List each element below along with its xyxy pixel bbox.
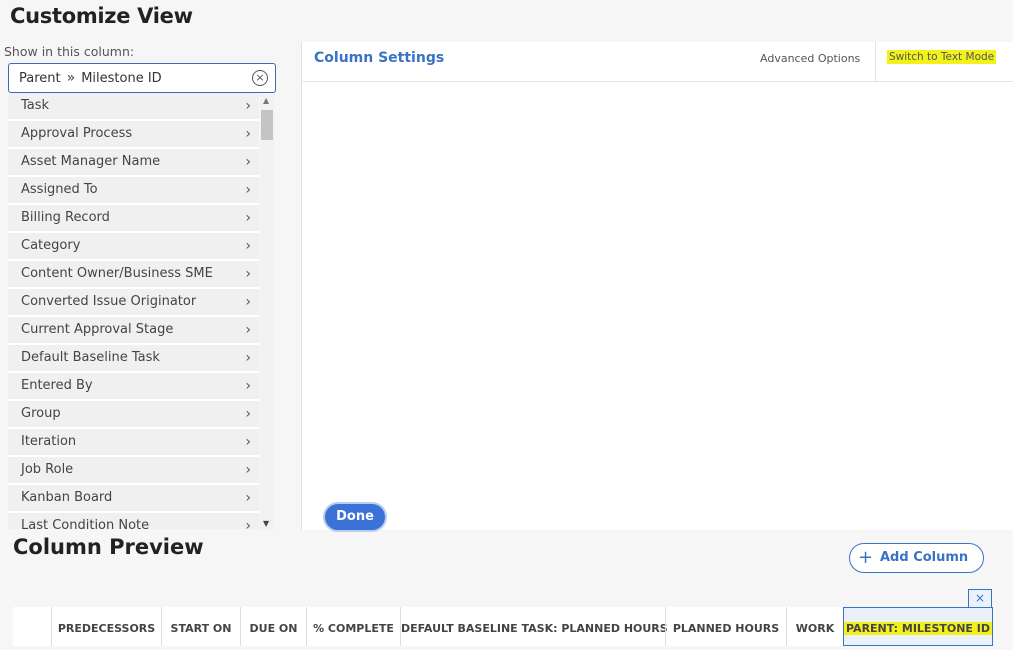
chevron-right-icon: › bbox=[245, 210, 251, 226]
list-item[interactable]: Current Approval Stage › bbox=[8, 317, 259, 345]
switch-to-text-mode-link[interactable]: Switch to Text Mode bbox=[887, 50, 997, 64]
list-item-label: Approval Process bbox=[21, 126, 133, 141]
path-segment-milestone-id[interactable]: Milestone ID bbox=[81, 71, 161, 86]
column-header[interactable]: DEFAULT BASELINE TASK: PLANNED HOURS bbox=[400, 607, 668, 646]
chevron-right-icon: › bbox=[245, 294, 251, 310]
scroll-down-icon[interactable]: ▼ bbox=[263, 519, 269, 528]
column-preview-title: Column Preview bbox=[13, 535, 204, 559]
list-item-label: Default Baseline Task bbox=[21, 350, 160, 365]
list-item-label: Billing Record bbox=[21, 210, 110, 225]
list-item[interactable]: Task › bbox=[8, 93, 259, 121]
list-item[interactable]: Converted Issue Originator › bbox=[8, 289, 259, 317]
show-in-column-label: Show in this column: bbox=[4, 44, 135, 59]
remove-column-close-icon[interactable]: × bbox=[968, 589, 992, 608]
column-header[interactable]: DUE ON bbox=[240, 607, 306, 646]
list-item[interactable]: Content Owner/Business SME › bbox=[8, 261, 259, 289]
list-item-label: Job Role bbox=[21, 462, 74, 477]
chevron-right-icon: › bbox=[245, 462, 251, 478]
chevron-right-icon: › bbox=[245, 154, 251, 170]
path-segment-parent[interactable]: Parent bbox=[19, 71, 61, 86]
list-item-label: Entered By bbox=[21, 378, 93, 393]
preview-table-header: PREDECESSORS START ON DUE ON % COMPLETE … bbox=[13, 607, 993, 646]
chevron-right-icon: › bbox=[245, 98, 251, 114]
field-path-input[interactable]: Parent » Milestone ID × bbox=[8, 63, 276, 93]
list-item-label: Kanban Board bbox=[21, 490, 113, 505]
chevron-right-icon: › bbox=[245, 518, 251, 529]
column-settings-header: Column Settings Advanced Options Switch … bbox=[302, 42, 1013, 82]
list-item[interactable]: Approval Process › bbox=[8, 121, 259, 149]
list-item[interactable]: Iteration › bbox=[8, 429, 259, 457]
chevron-right-icon: › bbox=[245, 490, 251, 506]
header-divider bbox=[875, 42, 876, 82]
list-item[interactable]: Entered By › bbox=[8, 373, 259, 401]
chevron-right-icon: › bbox=[245, 350, 251, 366]
list-item-label: Category bbox=[21, 238, 81, 253]
list-item[interactable]: Last Condition Note › bbox=[8, 513, 259, 529]
selected-column-label: PARENT: MILESTONE ID bbox=[844, 622, 992, 635]
list-item[interactable]: Job Role › bbox=[8, 457, 259, 485]
plus-icon: + bbox=[858, 547, 874, 568]
advanced-options-link[interactable]: Advanced Options bbox=[760, 52, 860, 65]
chevron-right-icon: › bbox=[245, 406, 251, 422]
list-item-label: Converted Issue Originator bbox=[21, 294, 197, 309]
scrollbar-thumb[interactable] bbox=[261, 110, 273, 140]
list-item[interactable]: Kanban Board › bbox=[8, 485, 259, 513]
list-item-label: Iteration bbox=[21, 434, 77, 449]
list-item-label: Group bbox=[21, 406, 61, 421]
chevron-right-icon: › bbox=[245, 238, 251, 254]
chevron-right-icon: › bbox=[245, 434, 251, 450]
column-header-selected[interactable]: PARENT: MILESTONE ID bbox=[843, 607, 993, 646]
list-item-label: Current Approval Stage bbox=[21, 322, 174, 337]
column-header[interactable]: START ON bbox=[161, 607, 240, 646]
page-title: Customize View bbox=[10, 4, 193, 28]
list-item-label: Content Owner/Business SME bbox=[21, 266, 213, 281]
field-list-scrollbar[interactable]: ▲ ▼ bbox=[260, 94, 274, 530]
list-item[interactable]: Default Baseline Task › bbox=[8, 345, 259, 373]
chevron-right-icon: › bbox=[245, 126, 251, 142]
chevron-right-icon: › bbox=[245, 266, 251, 282]
column-header[interactable] bbox=[13, 607, 51, 646]
list-item[interactable]: Billing Record › bbox=[8, 205, 259, 233]
list-item[interactable]: Group › bbox=[8, 401, 259, 429]
column-header[interactable]: WORK bbox=[786, 607, 843, 646]
column-header[interactable]: PLANNED HOURS bbox=[665, 607, 786, 646]
list-item-label: Last Condition Note bbox=[21, 518, 150, 529]
add-column-button[interactable]: + Add Column bbox=[849, 543, 984, 573]
chevron-right-icon: › bbox=[245, 322, 251, 338]
list-item[interactable]: Category › bbox=[8, 233, 259, 261]
list-item-label: Asset Manager Name bbox=[21, 154, 161, 169]
column-settings-panel: Column Settings Advanced Options Switch … bbox=[301, 42, 1013, 530]
add-column-label: Add Column bbox=[880, 550, 969, 565]
done-button[interactable]: Done bbox=[323, 502, 387, 532]
chevron-right-icon: › bbox=[245, 378, 251, 394]
scroll-up-icon[interactable]: ▲ bbox=[263, 96, 269, 105]
list-item-label: Assigned To bbox=[21, 182, 98, 197]
list-item[interactable]: Assigned To › bbox=[8, 177, 259, 205]
chevron-right-icon: › bbox=[245, 182, 251, 198]
column-header[interactable]: % COMPLETE bbox=[306, 607, 400, 646]
clear-icon[interactable]: × bbox=[252, 70, 268, 86]
list-item-label: Task bbox=[21, 98, 50, 113]
list-item[interactable]: Asset Manager Name › bbox=[8, 149, 259, 177]
column-header[interactable]: PREDECESSORS bbox=[51, 607, 161, 646]
column-settings-title: Column Settings bbox=[314, 50, 445, 66]
path-separator-icon: » bbox=[66, 70, 76, 86]
field-list[interactable]: Task › Approval Process › Asset Manager Na… bbox=[8, 93, 259, 529]
